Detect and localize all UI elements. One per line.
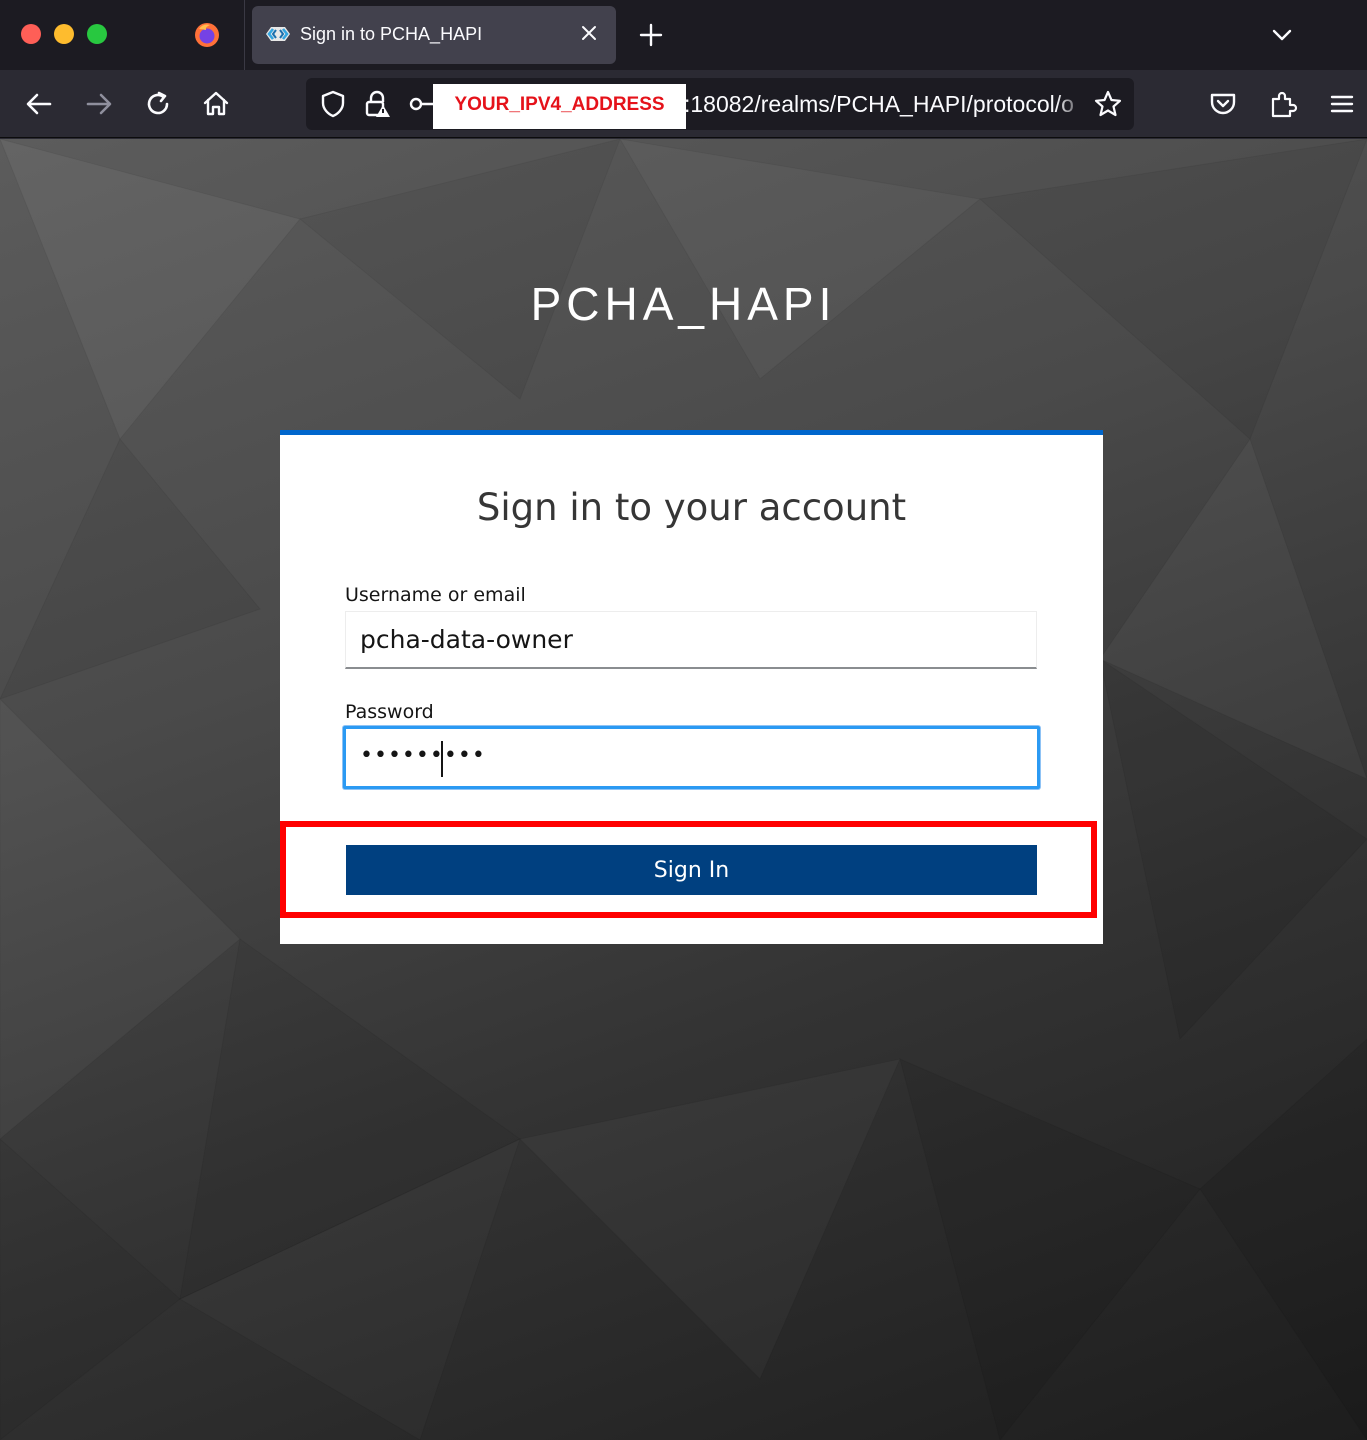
firefox-view-icon[interactable]	[193, 21, 221, 49]
permissions-key-icon[interactable]	[406, 89, 436, 119]
text-cursor	[441, 741, 443, 777]
tab-separator	[244, 0, 245, 70]
url-text: :18082/realms/PCHA_HAPI/protocol/o	[684, 91, 1074, 117]
username-input[interactable]: pcha-data-owner	[345, 611, 1037, 669]
annotation-highlight-box	[280, 821, 1097, 918]
realm-title: PCHA_HAPI	[530, 278, 837, 330]
redacted-host-label: YOUR_IPV4_ADDRESS	[433, 84, 686, 129]
tab-strip: Sign in to PCHA_HAPI	[0, 0, 1367, 70]
zoom-window-button[interactable]	[87, 24, 107, 44]
chevron-down-icon[interactable]	[1270, 24, 1294, 46]
back-arrow-icon[interactable]	[24, 89, 54, 119]
insecure-lock-icon[interactable]	[362, 89, 392, 119]
password-input[interactable]: •••••••••	[343, 726, 1040, 789]
active-tab[interactable]: Sign in to PCHA_HAPI	[252, 6, 616, 64]
card-title: Sign in to your account	[476, 486, 907, 529]
password-masked-value: •••••••••	[360, 743, 486, 768]
new-tab-icon[interactable]	[638, 22, 664, 48]
tracking-shield-icon[interactable]	[318, 89, 348, 119]
menu-icon[interactable]	[1327, 89, 1357, 119]
keycloak-icon	[266, 27, 290, 41]
forward-arrow-icon[interactable]	[84, 89, 114, 119]
tab-title: Sign in to PCHA_HAPI	[300, 24, 483, 44]
username-label: Username or email	[345, 584, 526, 606]
address-bar[interactable]: :18082/realms/PCHA_HAPI/protocol/o	[306, 78, 1134, 130]
minimize-window-button[interactable]	[54, 24, 74, 44]
password-label: Password	[345, 701, 434, 723]
username-value: pcha-data-owner	[360, 625, 573, 654]
reload-icon[interactable]	[143, 89, 173, 119]
extensions-icon[interactable]	[1268, 89, 1298, 119]
home-icon[interactable]	[201, 89, 231, 119]
close-window-button[interactable]	[21, 24, 41, 44]
close-tab-icon[interactable]	[578, 22, 600, 44]
pocket-icon[interactable]	[1208, 89, 1238, 119]
login-page: PCHA_HAPI Sign in to your account Userna…	[0, 139, 1367, 1440]
url-fade	[1056, 78, 1086, 130]
bookmark-star-icon[interactable]	[1093, 89, 1123, 119]
